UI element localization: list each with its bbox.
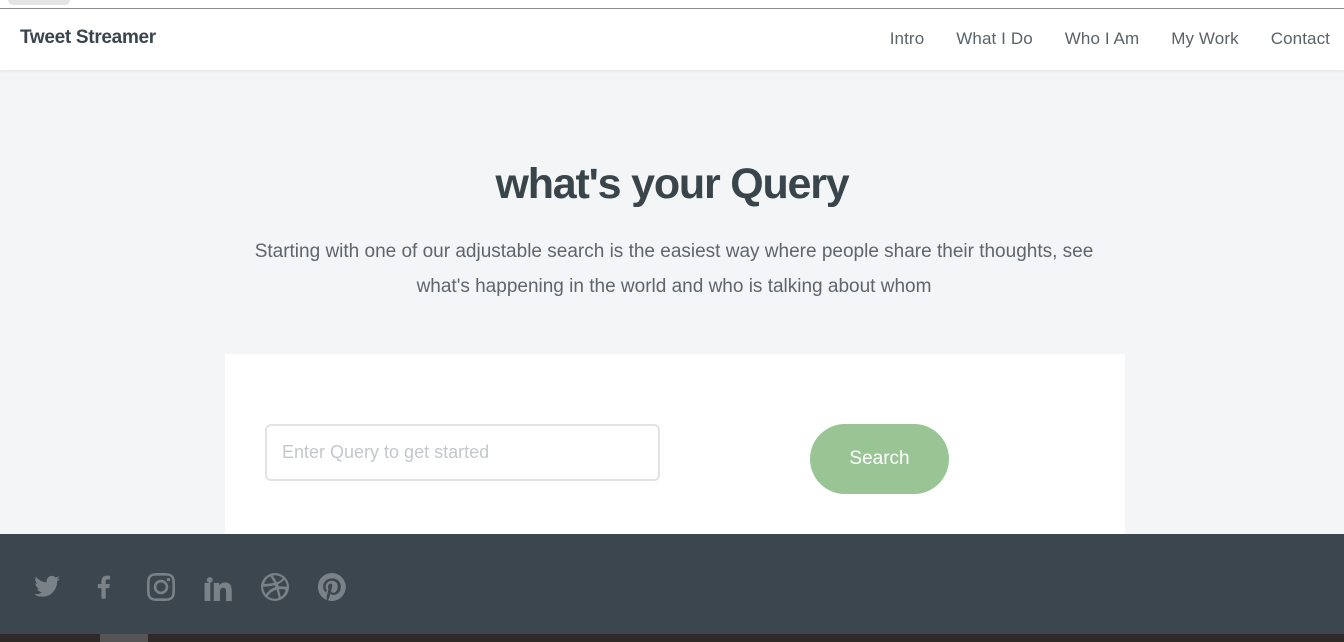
nav-item-contact[interactable]: Contact [1271, 29, 1330, 49]
search-button[interactable]: Search [810, 424, 949, 494]
facebook-icon[interactable] [89, 572, 119, 602]
dribbble-icon[interactable] [260, 572, 290, 602]
hero-title: what's your Query [495, 160, 849, 208]
footer [0, 534, 1344, 634]
nav-item-what-i-do[interactable]: What I Do [956, 29, 1032, 49]
twitter-icon[interactable] [32, 572, 62, 602]
brand-logo[interactable]: Tweet Streamer [20, 27, 156, 49]
linkedin-icon[interactable] [203, 572, 233, 602]
search-panel: Search [225, 354, 1125, 534]
main-nav: Intro What I Do Who I Am My Work Contact [858, 29, 1330, 49]
nav-item-who-i-am[interactable]: Who I Am [1065, 29, 1140, 49]
top-navbar: Tweet Streamer Intro What I Do Who I Am … [0, 9, 1344, 70]
instagram-icon[interactable] [146, 572, 176, 602]
browser-top-bar [0, 0, 1344, 9]
pinterest-icon[interactable] [317, 572, 347, 602]
browser-tab-stub[interactable] [8, 0, 70, 5]
taskbar-strip [0, 634, 1344, 642]
taskbar-item[interactable] [100, 634, 148, 642]
nav-item-intro[interactable]: Intro [890, 29, 925, 49]
nav-item-my-work[interactable]: My Work [1171, 29, 1238, 49]
query-input[interactable] [265, 424, 660, 481]
hero-description: Starting with one of our adjustable sear… [254, 241, 1094, 297]
social-links [32, 572, 374, 602]
